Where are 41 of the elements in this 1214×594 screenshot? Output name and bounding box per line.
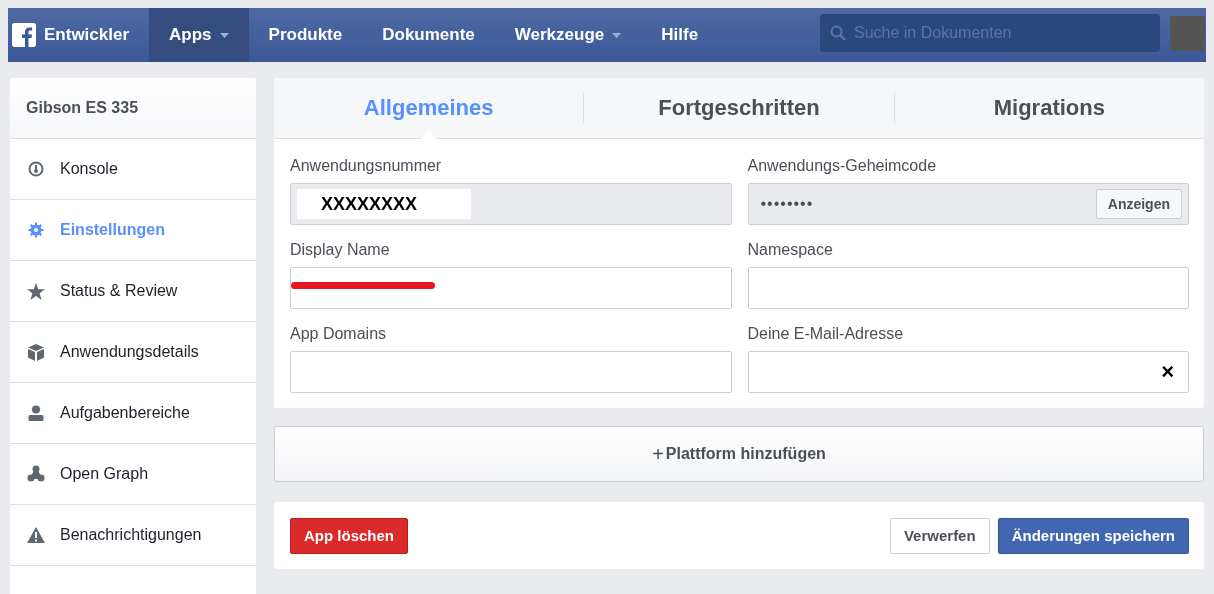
nav-tab[interactable]: Produkte <box>248 8 363 62</box>
star-icon <box>27 282 45 300</box>
field-label: Anwendungs-Geheimcode <box>747 157 938 175</box>
app-id-field: XXXXXXXX <box>290 183 732 225</box>
field-label: Namespace <box>747 241 834 259</box>
app-name: Gibson ES 335 <box>10 78 256 139</box>
field-label: Deine E-Mail-Adresse <box>747 325 905 343</box>
tab[interactable]: Fortgeschritten <box>584 78 894 138</box>
nav-tab[interactable]: Werkzeuge <box>494 8 642 62</box>
show-button[interactable]: Anzeigen <box>1095 189 1182 219</box>
brand-name: Entwickler <box>44 25 130 45</box>
field-label: Display Name <box>290 241 391 259</box>
nav-tab[interactable]: Hilfe <box>641 8 719 62</box>
logo-icon[interactable] <box>12 23 36 47</box>
input-field[interactable] <box>290 267 732 309</box>
field-label: App Domains <box>290 325 388 343</box>
sidebar-item[interactable]: Open Graph <box>10 444 256 505</box>
tab[interactable]: Migrations <box>894 78 1204 138</box>
sidebar-item[interactable]: Benachrichtigungen <box>10 505 256 566</box>
nav-tab[interactable]: Dokumente <box>362 8 495 62</box>
discard-button[interactable]: Verwerfen <box>889 517 990 554</box>
input-field[interactable] <box>290 351 732 393</box>
secret-value: •••••••• <box>759 195 815 213</box>
avatar-photo[interactable] <box>1170 16 1205 51</box>
nav-tab[interactable]: Apps <box>149 8 249 62</box>
warning-icon <box>27 527 45 543</box>
gear-icon <box>28 222 44 238</box>
person-icon <box>28 405 44 421</box>
field-label: Anwendungsnummer <box>290 157 443 175</box>
search-icon <box>830 25 846 41</box>
sidebar-item[interactable]: Aufgabenbereiche <box>10 383 256 444</box>
cube-icon <box>28 343 44 361</box>
nodes-icon <box>27 465 45 483</box>
gauge-icon <box>28 161 44 177</box>
sidebar-item[interactable]: Konsole <box>10 139 256 200</box>
add-platform-button[interactable]: +Plattform hinzufügen <box>274 426 1204 482</box>
delete-app-button[interactable]: App löschen <box>290 517 408 554</box>
sidebar-item[interactable]: Anwendungsdetails <box>10 322 256 383</box>
save-button[interactable]: Änderungen speichern <box>997 517 1189 554</box>
sidebar-item[interactable]: Status & Review <box>10 261 256 322</box>
input-field[interactable] <box>747 267 1189 309</box>
